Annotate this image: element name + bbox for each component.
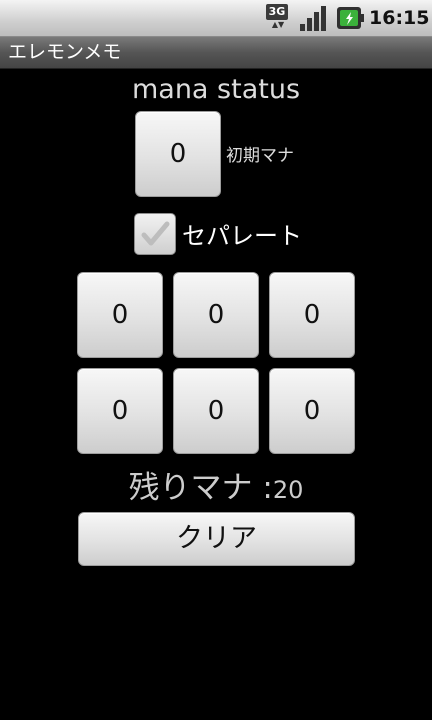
network-type-label: 3G: [266, 4, 288, 20]
checkmark-icon: [141, 221, 170, 246]
signal-strength-icon: [298, 4, 328, 32]
initial-mana-label: 初期マナ: [226, 146, 294, 166]
remaining-mana-value: 20: [272, 476, 304, 504]
initial-mana-button[interactable]: 0: [135, 111, 221, 197]
3g-data-icon: 3G ▲▼: [266, 4, 292, 30]
remaining-mana: 残りマナ :20: [0, 466, 432, 512]
separate-label[interactable]: セパレート: [182, 220, 302, 252]
clock-time: 16:15: [369, 7, 430, 29]
mana-button-4[interactable]: 0: [77, 368, 163, 454]
mana-button-2[interactable]: 0: [173, 272, 259, 358]
battery-icon: [336, 5, 364, 31]
mana-button-6[interactable]: 0: [269, 368, 355, 454]
mana-button-5[interactable]: 0: [173, 368, 259, 454]
status-bar: 3G ▲▼ 16:15: [0, 0, 432, 37]
mana-button-1[interactable]: 0: [77, 272, 163, 358]
data-activity-arrows: ▲▼: [271, 20, 285, 29]
page-heading: mana status: [131, 74, 301, 105]
app-title-bar: エレモンメモ: [0, 37, 432, 69]
app-title: エレモンメモ: [8, 41, 122, 63]
mana-button-3[interactable]: 0: [269, 272, 355, 358]
remaining-mana-label: 残りマナ :: [128, 470, 273, 506]
clear-button[interactable]: クリア: [78, 512, 355, 566]
separate-checkbox[interactable]: [134, 213, 176, 255]
